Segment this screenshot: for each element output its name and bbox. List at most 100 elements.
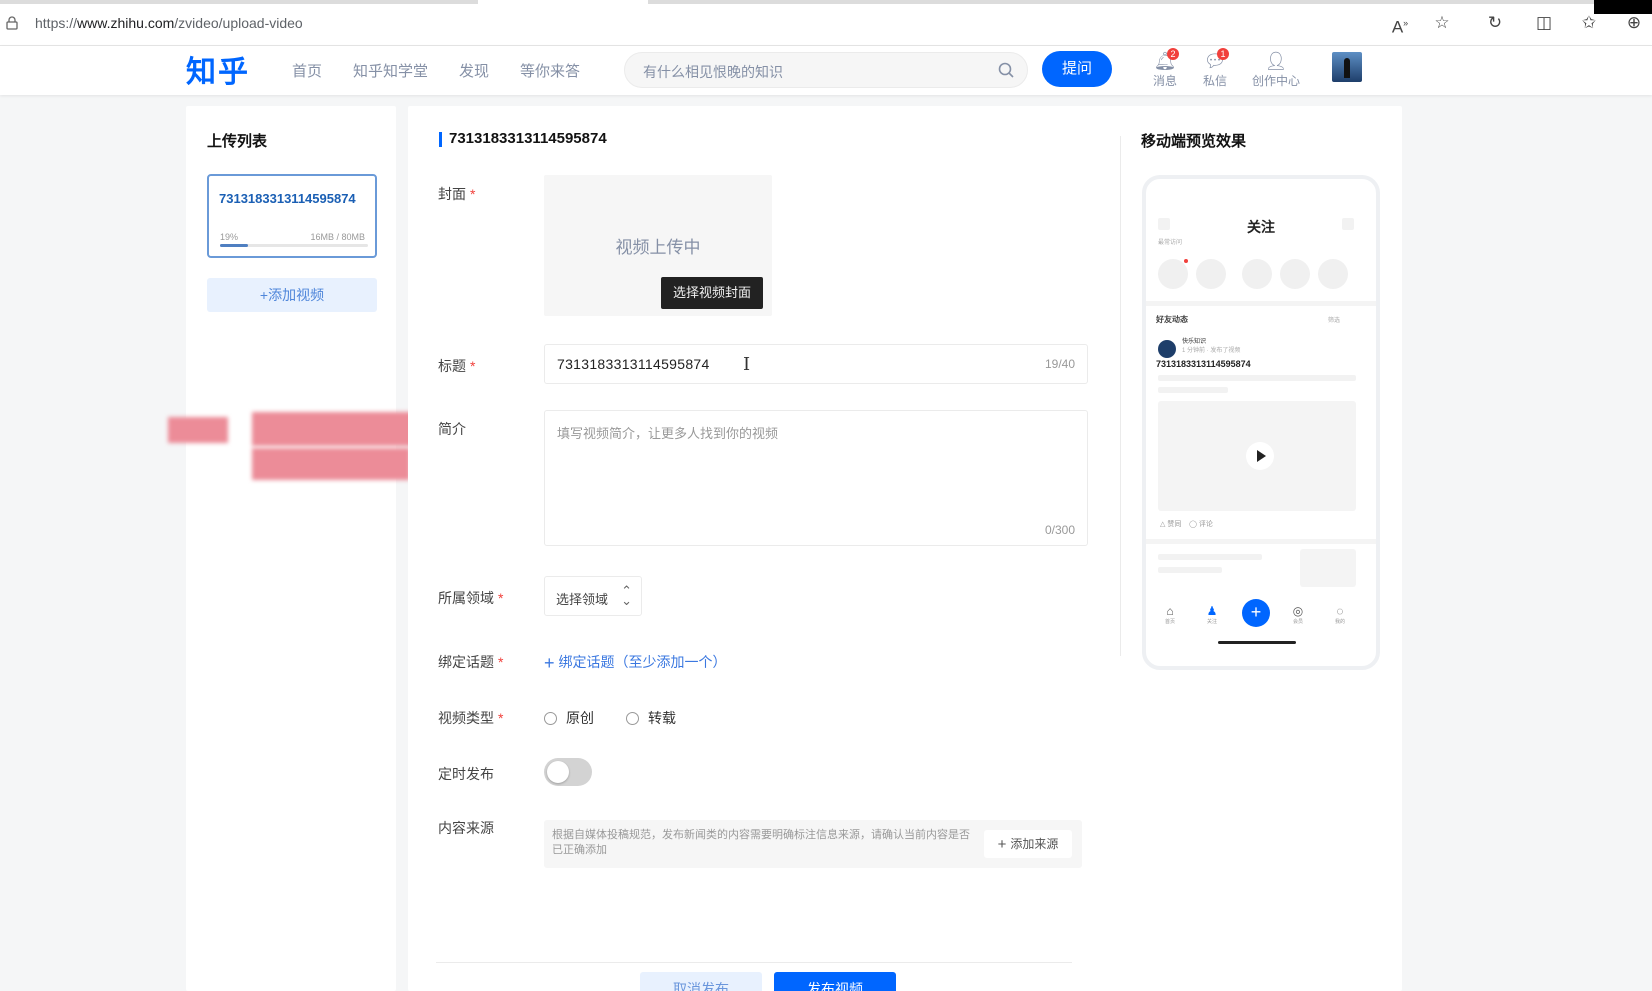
redacted-block bbox=[168, 417, 228, 443]
story-unread-dot bbox=[1184, 259, 1188, 263]
section-separator bbox=[1146, 301, 1376, 306]
title-input-value: 7313183313114595874 bbox=[557, 356, 710, 372]
tab-follow: ♟ 关注 bbox=[1198, 604, 1226, 625]
redacted-block bbox=[252, 448, 410, 480]
placeholder-line bbox=[1158, 567, 1222, 573]
radio-repost[interactable]: 转载 bbox=[626, 708, 676, 728]
text-cursor-icon: I bbox=[743, 354, 751, 375]
redacted-block bbox=[252, 412, 420, 446]
lock-icon[interactable] bbox=[6, 16, 18, 30]
active-tab-indicator[interactable] bbox=[478, 0, 648, 4]
video-type-label-text: 视频类型 bbox=[438, 710, 494, 726]
publish-video-button[interactable]: 发布视频 bbox=[774, 972, 896, 991]
address-bar[interactable]: https://www.zhihu.com/zvideo/upload-vide… bbox=[35, 15, 303, 31]
site-header: 知乎 首页 知乎知学堂 发现 等你来答 有什么相见恨晚的知识 提问 🔔︎ 2 消息… bbox=[0, 46, 1652, 95]
collections-icon[interactable]: ⊕ bbox=[1622, 12, 1646, 34]
choose-cover-button[interactable]: 选择视频封面 bbox=[661, 277, 763, 309]
upload-item-size: 16MB / 80MB bbox=[310, 232, 365, 242]
intro-label: 简介 bbox=[438, 421, 466, 437]
notification-badge: 2 bbox=[1167, 48, 1179, 60]
story-avatar bbox=[1318, 259, 1348, 289]
favorites-icon[interactable]: ✩ bbox=[1577, 12, 1601, 34]
message-badge: 1 bbox=[1217, 48, 1229, 60]
upload-form-panel: 7313183313114595874 封面 * 视频上传中 选择视频封面 标题 *… bbox=[408, 106, 1402, 991]
cover-label-text: 封面 bbox=[438, 186, 466, 202]
messages-button[interactable]: 💬︎ 1 私信 bbox=[1195, 48, 1235, 89]
topic-label-text: 绑定话题 bbox=[438, 654, 494, 670]
feed-title: 7313183313114595874 bbox=[1156, 359, 1251, 369]
schedule-label: 定时发布 bbox=[438, 766, 494, 782]
domain-label: 所属领域 * bbox=[438, 588, 503, 608]
required-mark: * bbox=[470, 358, 476, 374]
vertical-divider bbox=[1120, 136, 1121, 656]
notifications-button[interactable]: 🔔︎ 2 消息 bbox=[1145, 48, 1185, 89]
tab-vip: ◎ 会员 bbox=[1284, 604, 1312, 625]
nav-home[interactable]: 首页 bbox=[292, 60, 322, 81]
nav-waiting-answers[interactable]: 等你来答 bbox=[520, 60, 580, 81]
recent-label: 最常访问 bbox=[1158, 240, 1183, 246]
bind-topic-link[interactable]: + 绑定话题（至少添加一个） bbox=[544, 652, 727, 674]
tab-vip-label: 会员 bbox=[1292, 619, 1303, 625]
upload-progress-fill bbox=[220, 244, 249, 247]
placeholder-line bbox=[1158, 387, 1228, 393]
cover-area[interactable]: 视频上传中 选择视频封面 bbox=[544, 175, 772, 316]
cancel-publish-button[interactable]: 取消发布 bbox=[640, 972, 762, 991]
creator-icon: 👤︎ bbox=[1264, 51, 1288, 71]
schedule-toggle[interactable] bbox=[544, 758, 592, 786]
upload-item-card[interactable]: 7313183313114595874 19% 16MB / 80MB bbox=[207, 174, 377, 258]
section-separator bbox=[1146, 539, 1376, 544]
creator-center-button[interactable]: 👤︎ 创作中心 bbox=[1250, 50, 1302, 89]
radio-circle-icon bbox=[626, 712, 639, 725]
placeholder-line bbox=[1158, 375, 1356, 381]
plus-icon: + bbox=[997, 836, 1007, 853]
updown-caret-icon: ⌃ ⌄ bbox=[621, 583, 632, 608]
search-input[interactable]: 有什么相见恨晚的知识 bbox=[624, 52, 1028, 88]
refresh-icon[interactable]: ↻ bbox=[1483, 12, 1507, 34]
avatar[interactable] bbox=[1332, 52, 1362, 82]
upload-list-panel: 上传列表 7313183313114595874 19% 16MB / 80MB… bbox=[186, 106, 396, 991]
search-icon[interactable] bbox=[997, 61, 1015, 79]
required-mark: * bbox=[498, 710, 504, 726]
intro-placeholder: 填写视频简介，让更多人找到你的视频 bbox=[557, 426, 779, 441]
title-label: 标题 * bbox=[438, 356, 475, 376]
tab-me-label: 我的 bbox=[1334, 619, 1345, 625]
split-screen-icon[interactable]: ◫ bbox=[1532, 12, 1556, 34]
domain-select[interactable]: 选择领域 ⌃ ⌄ bbox=[544, 576, 642, 616]
topic-label: 绑定话题 * bbox=[438, 652, 503, 672]
title-char-count: 19/40 bbox=[1044, 357, 1075, 371]
radio-original-label: 原创 bbox=[566, 710, 594, 726]
radio-original[interactable]: 原创 bbox=[544, 708, 594, 728]
nav-zhixuetang[interactable]: 知乎知学堂 bbox=[353, 60, 428, 81]
feed-avatar bbox=[1158, 340, 1176, 358]
placeholder-thumb bbox=[1300, 549, 1356, 587]
tab-me: ◌ 我的 bbox=[1326, 604, 1354, 625]
title-input[interactable]: 7313183313114595874 I 19/40 bbox=[544, 344, 1088, 384]
browser-toolbar: https://www.zhihu.com/zvideo/upload-vide… bbox=[0, 0, 1652, 46]
messages-label: 私信 bbox=[1202, 74, 1227, 88]
intro-char-count: 0/300 bbox=[1044, 523, 1075, 537]
notifications-label: 消息 bbox=[1152, 74, 1177, 88]
upload-progress-bar bbox=[220, 244, 368, 247]
filter-label: 筛选 bbox=[1328, 318, 1341, 324]
radio-repost-label: 转载 bbox=[648, 710, 676, 726]
video-type-label: 视频类型 * bbox=[438, 708, 503, 728]
ask-button[interactable]: 提问 bbox=[1042, 51, 1112, 87]
action-like: 赞同 bbox=[1167, 521, 1182, 528]
favorite-star-icon[interactable]: ☆ bbox=[1430, 12, 1454, 34]
creator-label: 创作中心 bbox=[1251, 74, 1300, 88]
cover-label: 封面 * bbox=[438, 184, 475, 204]
feed-meta: 1 分钟前 · 发布了视频 bbox=[1182, 348, 1241, 354]
add-video-button[interactable]: +添加视频 bbox=[207, 278, 377, 312]
feed-actions: △ 赞同 ◯ 评论 bbox=[1160, 521, 1213, 528]
preview-video bbox=[1158, 401, 1356, 511]
add-source-button[interactable]: + 添加来源 bbox=[984, 830, 1072, 858]
footer-divider bbox=[436, 962, 1072, 963]
url-host: www.zhihu.com bbox=[77, 15, 175, 31]
tab-follow-label: 关注 bbox=[1206, 619, 1217, 625]
placeholder-line bbox=[1158, 554, 1262, 560]
source-label: 内容来源 bbox=[438, 820, 494, 836]
nav-discover[interactable]: 发现 bbox=[459, 60, 489, 81]
read-aloud-icon[interactable]: A» bbox=[1388, 12, 1412, 37]
intro-textarea[interactable]: 填写视频简介，让更多人找到你的视频 0/300 bbox=[544, 410, 1088, 546]
zhihu-logo[interactable]: 知乎 bbox=[186, 47, 250, 91]
